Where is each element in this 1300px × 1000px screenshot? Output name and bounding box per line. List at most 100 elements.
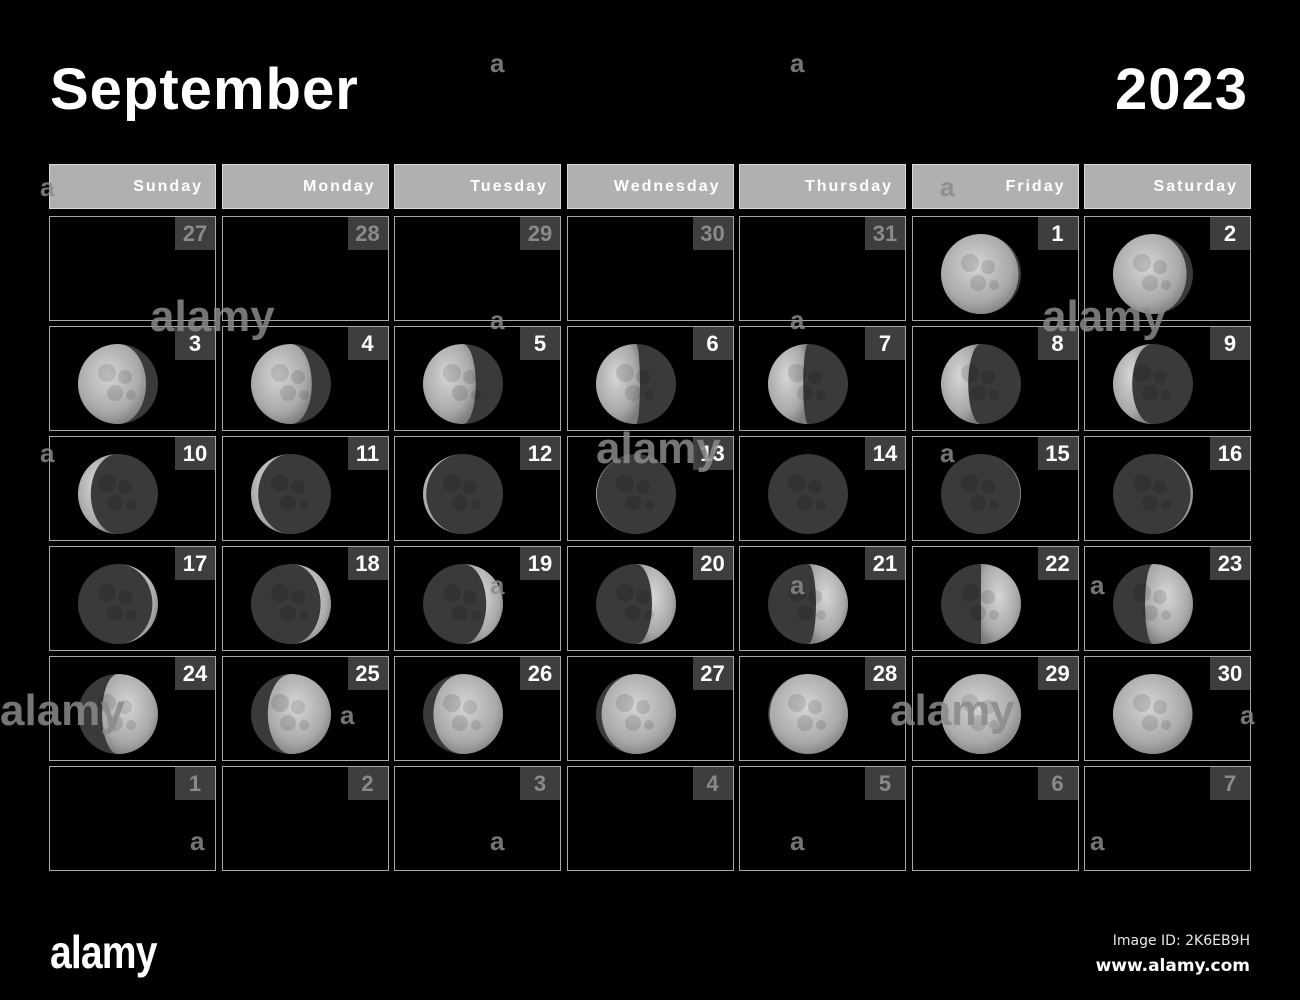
weekday-thursday: Thursday [739, 164, 906, 209]
moon-crater [118, 590, 132, 604]
image-id-label: Image ID: 2K6EB9H [1112, 933, 1250, 949]
day-number: 24 [175, 657, 215, 690]
moon-phase-icon [423, 674, 503, 754]
moon-lit-area [769, 674, 848, 754]
watermark-logo: alamy [1042, 292, 1167, 341]
watermark-glyph: a [790, 305, 805, 335]
day-number: 2 [1210, 217, 1250, 250]
calendar-day[interactable]: 5 [394, 326, 561, 431]
moon-crater [1133, 694, 1151, 712]
moon-crater [816, 390, 826, 400]
calendar-day[interactable]: 10 [49, 436, 216, 541]
moon-crater [797, 715, 813, 731]
calendar-day[interactable]: 27 [566, 656, 734, 761]
moon-crater [1153, 480, 1167, 494]
calendar-day-outside-month[interactable]: 31 [739, 216, 906, 321]
moon-crater [270, 364, 289, 382]
site-url[interactable]: www.alamy.com [1096, 956, 1250, 976]
moon-lit-area [1113, 674, 1193, 754]
moon-phase-icon [78, 344, 158, 424]
moon-crater [816, 720, 826, 730]
moon-crater [980, 370, 995, 384]
calendar-day-outside-month[interactable]: 5 [739, 766, 906, 871]
calendar-day[interactable]: 28 [739, 656, 906, 761]
moon-crater [471, 720, 481, 730]
moon-crater [471, 610, 481, 620]
calendar-day[interactable]: 30 [1084, 656, 1251, 761]
moon-crater [298, 720, 309, 730]
calendar-day[interactable]: 23 [1084, 546, 1251, 651]
moon-crater [1142, 715, 1158, 731]
day-number: 25 [347, 657, 388, 690]
day-number: 16 [1210, 437, 1250, 470]
calendar-day[interactable]: 20 [566, 546, 734, 651]
day-number: 4 [347, 327, 388, 360]
calendar-day[interactable]: 22 [911, 546, 1079, 651]
moon-crater [1153, 370, 1167, 384]
calendar-day[interactable]: 15 [911, 436, 1079, 541]
day-number: 7 [1210, 767, 1250, 800]
day-number: 1 [175, 767, 215, 800]
calendar-day[interactable]: 7 [739, 326, 906, 431]
calendar-day-outside-month[interactable]: 29 [394, 216, 561, 321]
day-number: 11 [347, 437, 388, 470]
moon-crater [1161, 720, 1171, 730]
moon-crater [624, 495, 641, 511]
moon-crater [270, 584, 289, 602]
calendar-day[interactable]: 12 [394, 436, 561, 541]
watermark-glyph: a [340, 700, 355, 730]
calendar-day-outside-month[interactable]: 3 [394, 766, 561, 871]
calendar-day[interactable]: 16 [1084, 436, 1251, 541]
calendar-day[interactable]: 25 [221, 656, 389, 761]
calendar-day-outside-month[interactable]: 4 [566, 766, 734, 871]
weekday-tuesday: Tuesday [394, 164, 561, 209]
day-number: 5 [865, 767, 905, 800]
calendar-day[interactable]: 21 [739, 546, 906, 651]
day-number: 29 [1037, 657, 1078, 690]
watermark-glyph: a [40, 172, 55, 202]
moon-phase-icon [250, 564, 331, 644]
moon-crater [788, 474, 806, 492]
calendar-day-outside-month[interactable]: 6 [911, 766, 1079, 871]
moon-crater [635, 480, 650, 494]
moon-crater [797, 605, 813, 621]
calendar-day[interactable]: 17 [49, 546, 216, 651]
moon-crater [960, 474, 979, 492]
moon-phase-icon [768, 344, 848, 424]
calendar-day-outside-month[interactable]: 7 [1084, 766, 1251, 871]
calendar-day[interactable]: 26 [394, 656, 561, 761]
day-number: 7 [865, 327, 905, 360]
moon-phase-icon [768, 674, 848, 754]
moon-crater [960, 584, 979, 602]
moon-phase-icon [250, 454, 331, 534]
watermark-glyph: a [1240, 700, 1255, 730]
moon-crater [1142, 495, 1158, 511]
moon-crater [126, 610, 136, 620]
moon-crater [98, 474, 116, 492]
watermark-glyph: a [790, 826, 805, 856]
calendar-day[interactable]: 11 [221, 436, 389, 541]
moon-phase-icon [250, 344, 331, 424]
moon-lit-area [940, 234, 1019, 314]
calendar-day[interactable]: 6 [566, 326, 734, 431]
day-number: 19 [520, 547, 560, 580]
calendar-day[interactable]: 18 [221, 546, 389, 651]
moon-lit-area [433, 674, 503, 754]
moon-crater [960, 364, 979, 382]
moon-crater [126, 720, 136, 730]
day-number: 4 [692, 767, 733, 800]
day-number: 28 [347, 217, 388, 250]
moon-crater [969, 385, 986, 401]
moon-crater [1142, 385, 1158, 401]
calendar-day[interactable]: 19 [394, 546, 561, 651]
calendar-day-outside-month[interactable]: 30 [566, 216, 734, 321]
moon-crater [279, 385, 296, 401]
moon-crater [1161, 280, 1171, 290]
calendar-day-outside-month[interactable]: 2 [221, 766, 389, 871]
calendar-day[interactable]: 14 [739, 436, 906, 541]
moon-crater [1133, 254, 1151, 272]
moon-crater [107, 385, 123, 401]
weekday-sunday: Sunday [49, 164, 216, 209]
moon-crater [980, 480, 995, 494]
moon-crater [270, 474, 289, 492]
